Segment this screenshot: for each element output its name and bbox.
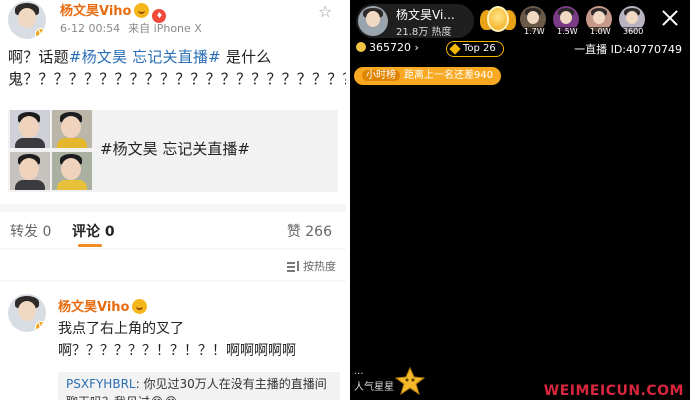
host-info[interactable]: 杨文昊Vi... 21.8万 热度 <box>356 4 474 38</box>
weibo-panel: V 杨文昊Viho ♦ 6-12 00:54 来自 iPhone X ☆ 啊？话题#… <box>0 0 346 400</box>
tab-likes[interactable]: 赞 266 <box>287 221 332 241</box>
post-timestamp: 6-12 00:54 <box>60 22 121 35</box>
active-tab-indicator <box>78 244 102 247</box>
comment-text: 我点了右上角的叉了 啊？？？？？？！？！？！啊啊啊啊啊 <box>58 321 296 359</box>
viewer-count: 1.7W <box>522 27 547 36</box>
viewer-count: 3600 <box>621 27 646 36</box>
thumbnail-image <box>52 110 92 148</box>
share-thumbnail-grid <box>10 110 96 192</box>
comment-avatar[interactable]: V <box>8 294 46 332</box>
viewer-count: 1.0W <box>588 27 613 36</box>
hourly-rank-pill[interactable]: 小时榜 距离上一名还差940 <box>354 67 502 85</box>
tab-comment[interactable]: 评论 0 <box>72 221 115 241</box>
reply-username[interactable]: PSXFYHBRL <box>66 377 136 391</box>
favorite-star-icon[interactable]: ☆ <box>318 2 332 21</box>
post-meta: 6-12 00:54 来自 iPhone X <box>60 20 202 36</box>
post-tabs: 转发 0 评论 0 赞 266 <box>0 212 346 248</box>
coin-count[interactable]: 365720 › <box>356 41 419 54</box>
thumbnail-image <box>10 152 50 190</box>
live-stream-panel: 杨文昊Vi... 21.8万 热度 1.7W 1.5W 1.0W 3600 36572… <box>350 0 690 400</box>
comment-reply-preview[interactable]: PSXFYHBRL: 你见过30万人在没有主播的直播间聊天吗？我见过😂😂 <box>58 372 340 400</box>
coin-icon <box>356 42 366 52</box>
post-username-text[interactable]: 杨文昊Viho <box>60 4 131 19</box>
vip-smile-icon <box>132 299 148 314</box>
sort-by-heat-button[interactable]: 按热度 <box>287 258 336 274</box>
host-avatar[interactable] <box>358 6 388 36</box>
share-card-title[interactable]: #杨文昊 忘记关直播# <box>100 138 250 159</box>
viewer-count: 1.5W <box>555 27 580 36</box>
post-source: 来自 iPhone X <box>128 22 202 35</box>
topic-link[interactable]: #杨文昊 忘记关直播# <box>69 48 221 66</box>
popularity-label: 人气星星 <box>354 382 394 393</box>
topic-share-card[interactable]: #杨文昊 忘记关直播# <box>8 110 338 192</box>
vip-smile-icon <box>134 3 150 18</box>
watermark-text: WEIMEICUN.COM <box>543 383 684 399</box>
verified-badge-icon: V <box>35 321 46 332</box>
crest-badge-icon[interactable] <box>480 2 516 38</box>
verified-badge-icon: V <box>35 28 46 39</box>
host-heat: 21.8万 热度 <box>396 27 452 38</box>
popularity-ellipsis: ... <box>354 366 364 377</box>
thumbnail-image <box>10 110 50 148</box>
top-rank-badge[interactable]: Top 26 <box>446 41 504 57</box>
post-avatar[interactable]: V <box>8 1 46 39</box>
tab-forward[interactable]: 转发 0 <box>10 221 51 241</box>
post-card: V 杨文昊Viho ♦ 6-12 00:54 来自 iPhone X ☆ 啊？话题#… <box>0 0 346 204</box>
room-id: 一直播 ID:40770749 <box>574 43 682 56</box>
post-text: 啊？话题#杨文昊 忘记关直播# 是什么鬼？？？？？？？？？？？？？？？？？？？？… <box>8 48 346 88</box>
comment-item: V 杨文昊Viho 我点了右上角的叉了 啊？？？？？？！？！？！啊啊啊啊啊 PS… <box>0 282 346 400</box>
sort-icon <box>287 260 301 272</box>
comment-username[interactable]: 杨文昊Viho <box>58 296 148 315</box>
close-icon[interactable] <box>660 8 680 28</box>
popularity-star-icon[interactable] <box>394 366 426 396</box>
host-name: 杨文昊Vi... <box>396 8 455 22</box>
thumbnail-image <box>52 152 92 190</box>
comment-sort-bar: 按热度 <box>0 250 346 280</box>
